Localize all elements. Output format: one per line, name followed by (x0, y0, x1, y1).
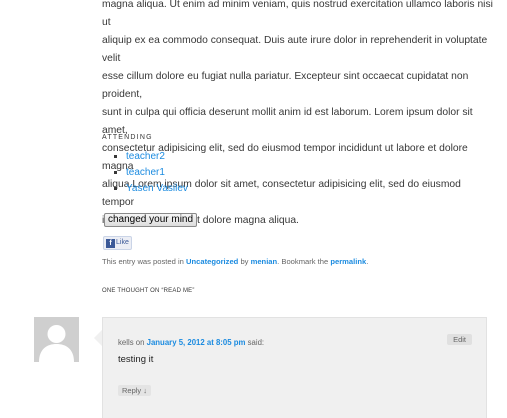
attendee-link-yasen-vasilev[interactable]: Yasen Vasilev (126, 183, 188, 194)
avatar-silhouette (34, 317, 79, 362)
attendee-item: teacher2 (126, 149, 188, 165)
post-body-line: sunt in culpa qui officia deserunt molli… (102, 107, 473, 136)
attending-heading: ATTENDING (102, 134, 153, 141)
entry-meta-by: by (238, 257, 251, 266)
entry-meta-prefix: This entry was posted in (102, 257, 186, 266)
entry-meta: This entry was posted in Uncategorized b… (102, 257, 368, 266)
entry-meta-suffix: . (366, 257, 369, 266)
edit-comment-button[interactable]: Edit (447, 334, 472, 345)
post-body-line: magna aliqua. Ut enim ad minim veniam, q… (102, 0, 493, 28)
attendee-link-teacher2[interactable]: teacher2 (126, 151, 165, 162)
comment-on: on (133, 338, 147, 347)
attendee-list: teacher2 teacher1 Yasen Vasilev (102, 149, 188, 197)
comment-item: kells on January 5, 2012 at 8:05 pm said… (94, 317, 487, 418)
post-body-line: esse cillum dolore eu fugiat nulla paria… (102, 71, 469, 100)
entry-meta-bookmark: . Bookmark the (277, 257, 331, 266)
attendee-item: teacher1 (126, 165, 188, 181)
facebook-like-label: Like (116, 239, 129, 246)
author-link[interactable]: menian (251, 257, 278, 266)
reply-button[interactable]: Reply ↓ (118, 385, 152, 396)
comments-title: ONE THOUGHT ON “READ ME” (102, 288, 195, 294)
changed-your-mind-button[interactable]: changed your mind (104, 213, 198, 227)
attendee-link-teacher1[interactable]: teacher1 (126, 167, 165, 178)
comment-said: said: (245, 338, 265, 347)
facebook-icon: f (106, 238, 115, 248)
comment-text: testing it (118, 354, 154, 365)
comment-meta: kells on January 5, 2012 at 8:05 pm said… (118, 338, 264, 347)
comment-author: kells (118, 338, 134, 347)
default-avatar-silhouette-icon (34, 317, 79, 362)
attendee-item: Yasen Vasilev (126, 181, 188, 197)
post-body-line: aliquip ex ea commodo consequat. Duis au… (102, 35, 488, 64)
permalink-link[interactable]: permalink (330, 257, 366, 266)
comment-date-link[interactable]: January 5, 2012 at 8:05 pm (147, 338, 246, 347)
category-link[interactable]: Uncategorized (186, 257, 238, 266)
facebook-like-button[interactable]: f Like (103, 236, 132, 250)
